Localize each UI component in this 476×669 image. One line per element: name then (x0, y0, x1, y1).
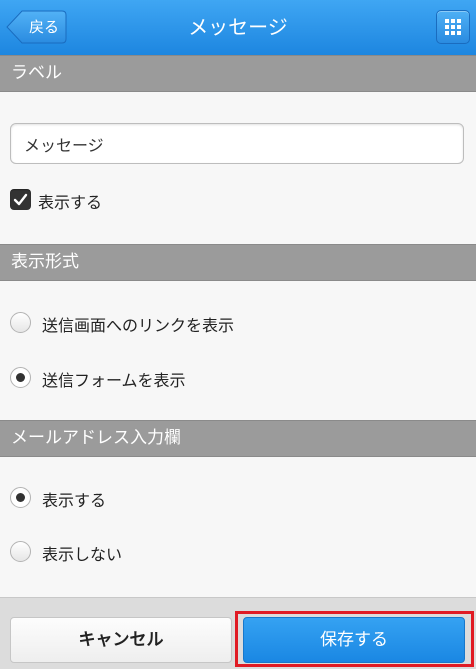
show-label-checkbox[interactable] (10, 189, 31, 210)
radio-show-send-form-label: 送信フォームを表示 (42, 371, 186, 390)
app-header: 戻る メッセージ (0, 0, 476, 56)
section-heading-email-field: メールアドレス入力欄 (0, 420, 476, 457)
save-button[interactable]: 保存する (243, 617, 465, 663)
section-heading-display-format: 表示形式 (0, 244, 476, 281)
checkmark-icon (13, 193, 28, 206)
page-title: メッセージ (188, 15, 288, 39)
show-label-checkbox-label: 表示する (38, 193, 103, 212)
radio-email-show-label: 表示する (42, 491, 107, 510)
radio-link-to-send-screen-label: 送信画面へのリンクを表示 (42, 316, 235, 335)
cancel-button[interactable]: キャンセル (10, 617, 232, 663)
radio-email-show[interactable] (10, 487, 31, 508)
radio-email-hide-label: 表示しない (42, 545, 123, 564)
back-button[interactable]: 戻る (6, 10, 67, 44)
back-button-label: 戻る (28, 18, 59, 36)
radio-show-send-form[interactable] (10, 367, 31, 388)
grid-icon (445, 19, 461, 35)
radio-link-to-send-screen[interactable] (10, 312, 31, 333)
radio-email-hide[interactable] (10, 541, 31, 562)
section-heading-label: ラベル (0, 55, 476, 92)
label-text-input[interactable] (10, 123, 464, 164)
menu-grid-button[interactable] (436, 10, 470, 44)
